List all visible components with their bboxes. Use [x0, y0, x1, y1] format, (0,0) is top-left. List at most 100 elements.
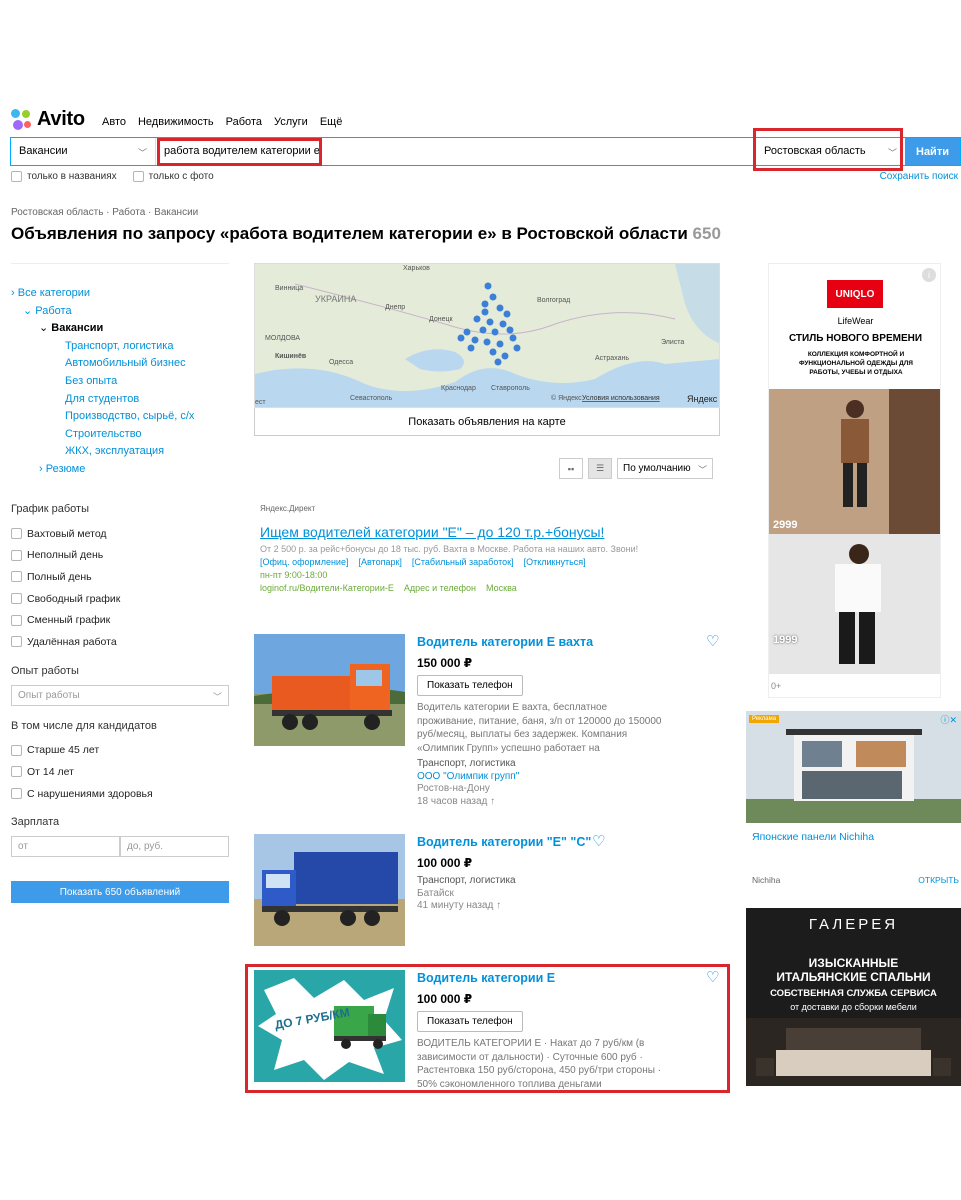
map-label: Харьков — [403, 265, 430, 272]
direct-link[interactable]: [Автопарк] — [358, 557, 401, 567]
show-results-button[interactable]: Показать 650 объявлений — [11, 881, 229, 904]
nav-item-realty[interactable]: Недвижимость — [138, 116, 214, 128]
listing-item: Водитель категории "Е" "С" 100 000 ₽ Тра… — [254, 832, 724, 949]
cat-transport[interactable]: Транспорт, логистика — [65, 340, 173, 352]
show-on-map-button[interactable]: Показать объявления на карте — [254, 408, 720, 436]
listing-photo[interactable]: ДО 7 РУБ/КМ — [254, 970, 405, 1082]
listing-photo[interactable] — [254, 634, 405, 746]
sort-select[interactable]: По умолчанию ﹀ — [617, 458, 713, 479]
info-icon[interactable]: i — [922, 268, 936, 282]
listing-title[interactable]: Водитель категории Е вахта — [417, 634, 662, 651]
up-arrow-icon: ↑ — [490, 795, 496, 807]
chevron-down-icon: ﹀ — [137, 148, 147, 158]
only-photo-checkbox[interactable]: только с фото — [132, 171, 214, 182]
candidate-option[interactable]: От 14 лет — [11, 761, 229, 783]
salary-to-input[interactable]: до, руб. — [120, 836, 229, 858]
age-rating: 0+ — [771, 681, 782, 691]
list-view-icon[interactable]: ☰ — [588, 458, 612, 479]
candidate-option[interactable]: С нарушениями здоровья — [11, 783, 229, 805]
nav-item-jobs[interactable]: Работа — [226, 116, 262, 128]
cat-vacancies[interactable]: Вакансии — [51, 322, 103, 334]
favorite-heart-icon[interactable]: ♡ — [706, 968, 719, 986]
chevron-down-icon: ﹀ — [697, 465, 707, 475]
map-label: Донецк — [429, 316, 453, 323]
direct-link[interactable]: [Офиц. оформление] — [260, 557, 348, 567]
schedule-option[interactable]: Удалённая работа — [11, 631, 229, 653]
view-controls: ▪▪ ☰ По умолчанию ﹀ — [559, 458, 713, 479]
map-label: Астрахань — [595, 355, 629, 362]
search-button[interactable]: Найти — [905, 138, 960, 165]
direct-ad-text: От 2 500 р. за рейс+бонусы до 18 тыс. ру… — [260, 544, 639, 554]
listing-title[interactable]: Водитель категории "Е" "С" — [417, 834, 597, 851]
only-titles-checkbox[interactable]: только в названиях — [11, 171, 117, 182]
listing-description: ВОДИТЕЛЬ КАТЕГОРИИ Е · Накат до 7 руб/км… — [417, 1038, 662, 1090]
listing-company-link[interactable]: ООО "Олимпик групп" — [417, 771, 519, 782]
ad-line: от доставки до сборки мебели — [790, 1002, 917, 1012]
candidate-option[interactable]: Старше 45 лет — [11, 740, 229, 762]
favorite-heart-icon[interactable]: ♡ — [706, 632, 719, 650]
search-options: только в названиях только с фото — [11, 171, 214, 182]
cat-housing[interactable]: ЖКХ, эксплуатация — [65, 445, 164, 457]
cat-students[interactable]: Для студентов — [65, 393, 139, 405]
schedule-option[interactable]: Полный день — [11, 566, 229, 588]
listing-time: 41 минуту назад — [417, 900, 494, 911]
nav-item-services[interactable]: Услуги — [274, 116, 308, 128]
ad-headline: СТИЛЬ НОВОГО ВРЕМЕНИ — [788, 333, 923, 344]
category-select[interactable]: Вакансии ﹀ — [11, 138, 156, 165]
nav-item-more[interactable]: Ещё — [320, 116, 343, 128]
ad-line: СОБСТВЕННАЯ СЛУЖБА СЕРВИСА — [770, 988, 937, 999]
avito-logo[interactable]: Avito — [11, 108, 85, 131]
schedule-option[interactable]: Свободный график — [11, 588, 229, 610]
ad-photo — [746, 1018, 961, 1086]
direct-link[interactable]: [Стабильный заработок] — [412, 557, 514, 567]
map-label: Винница — [275, 285, 303, 292]
favorite-heart-icon[interactable]: ♡ — [592, 832, 605, 850]
experience-select[interactable]: Опыт работы ﹀ — [11, 684, 229, 706]
nichiha-ad[interactable]: Реклама ⓘ✕ Японские панели Nichiha Nichi… — [746, 711, 961, 893]
map-terms-link: Условия использования — [582, 395, 660, 402]
results-map[interactable]: Харьков Винница УКРАИНА Днепр Донецк Вол… — [254, 263, 720, 408]
listing-title[interactable]: Водитель категории Е — [417, 970, 667, 987]
info-icon[interactable]: ⓘ✕ — [940, 713, 957, 726]
map-label: Элиста — [661, 339, 684, 346]
save-search-link[interactable]: Сохранить поиск — [880, 171, 958, 182]
ad-photo — [769, 534, 940, 674]
cat-construction[interactable]: Строительство — [65, 428, 142, 440]
cat-auto-business[interactable]: Автомобильный бизнес — [65, 357, 186, 369]
uniqlo-ad[interactable]: i UNIQLO LifeWear СТИЛЬ НОВОГО ВРЕМЕНИ К… — [768, 263, 941, 698]
direct-ad: Яндекс.Директ Ищем водителей категории "… — [260, 504, 720, 593]
experience-title: Опыт работы — [11, 664, 79, 677]
cat-all[interactable]: Все категории — [18, 287, 90, 299]
cat-resume[interactable]: Резюме — [46, 463, 86, 475]
cat-jobs[interactable]: Работа — [35, 305, 71, 317]
category-value: Вакансии — [19, 145, 68, 157]
grid-view-icon[interactable]: ▪▪ — [559, 458, 583, 479]
salary-from-input[interactable]: от — [11, 836, 120, 858]
listing-photo[interactable] — [254, 834, 405, 946]
map-copyright: © Яндекс — [551, 394, 582, 402]
highlight-query — [157, 138, 322, 166]
direct-contacts[interactable]: Адрес и телефон — [404, 583, 476, 593]
show-phone-button[interactable]: Показать телефон — [417, 1011, 523, 1032]
direct-domain[interactable]: loginof.ru/Водители-Категории-Е — [260, 583, 394, 593]
show-phone-button[interactable]: Показать телефон — [417, 675, 523, 696]
cat-production[interactable]: Производство, сырьё, с/х — [65, 410, 194, 422]
page-title: Объявления по запросу «работа водителем … — [11, 224, 721, 243]
ad-title[interactable]: Японские панели Nichiha — [752, 831, 874, 843]
filters-panel: График работы Вахтовый метод Неполный де… — [11, 503, 229, 904]
direct-link[interactable]: [Откликнуться] — [524, 557, 586, 567]
ad-open-button[interactable]: ОТКРЫТЬ — [918, 875, 959, 885]
direct-ad-title[interactable]: Ищем водителей категории "Е" – до 120 т.… — [260, 524, 720, 540]
salary-title: Зарплата — [11, 816, 60, 829]
ad-brand: ГАЛЕРЕЯ — [808, 916, 899, 933]
breadcrumb[interactable]: Ростовская область · Работа · Вакансии — [11, 207, 198, 218]
ad-line: ИЗЫСКАННЫЕ — [808, 956, 899, 970]
ad-price: 1999 — [773, 634, 798, 646]
schedule-option[interactable]: Вахтовый метод — [11, 523, 229, 545]
schedule-option[interactable]: Сменный график — [11, 609, 229, 631]
cat-no-experience[interactable]: Без опыта — [65, 375, 117, 387]
schedule-option[interactable]: Неполный день — [11, 545, 229, 567]
galereya-ad[interactable]: ГАЛЕРЕЯ ИЗЫСКАННЫЕ ИТАЛЬЯНСКИЕ СПАЛЬНИ С… — [746, 908, 961, 1086]
nav-item-auto[interactable]: Авто — [102, 116, 126, 128]
map-label: Ставрополь — [491, 385, 530, 392]
